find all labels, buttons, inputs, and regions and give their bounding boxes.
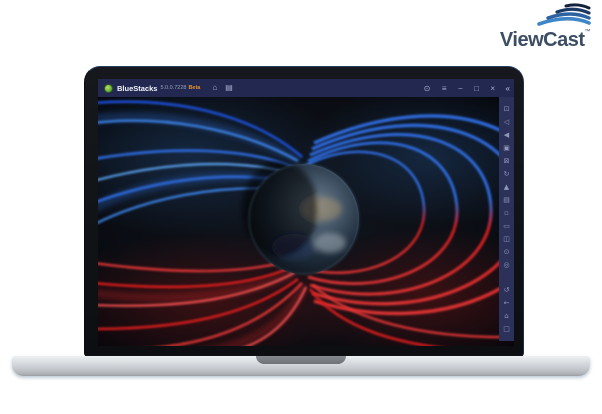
settings-icon[interactable]: ⊙: [500, 246, 513, 259]
app-title: BlueStacks: [117, 83, 158, 93]
maximize-icon[interactable]: □: [474, 84, 479, 93]
sync-icon[interactable]: ↻: [500, 168, 513, 181]
sidebar-tools: ⊡ ◁ ◀ ▣ ⊠ ↻ ▲ ▤ ▫ ▭ ◫ ⊙ ◎: [500, 103, 513, 272]
sidebar-android-nav: ↺ ← ⌂ □: [500, 284, 513, 336]
earth-magnetosphere-wallpaper: [98, 97, 514, 346]
volume-up-icon[interactable]: ◁: [500, 116, 513, 129]
laptop-base: [12, 356, 590, 376]
brand-logo: ViewCast™: [484, 2, 594, 54]
fullscreen-icon[interactable]: ⊡: [500, 103, 513, 116]
window-controls: ⊙ ≡ − □ ×: [420, 79, 498, 98]
menu-icon[interactable]: ≡: [442, 84, 447, 93]
page-background: ViewCast™ BlueStacks 5.0.0.7228 Beta ⌂ ▤…: [0, 0, 602, 414]
collapse-sidebar-icon[interactable]: «: [506, 84, 510, 93]
install-apk-icon[interactable]: ▲: [500, 181, 513, 194]
screenshot-icon[interactable]: ▣: [500, 142, 513, 155]
close-icon[interactable]: ×: [490, 84, 495, 93]
android-home-icon[interactable]: ⌂: [500, 310, 513, 323]
record-icon[interactable]: ◎: [500, 259, 513, 272]
camera-icon[interactable]: ⊠: [500, 155, 513, 168]
brand-trademark: ™: [584, 29, 591, 35]
volume-down-icon[interactable]: ◀: [500, 129, 513, 142]
rotate-icon[interactable]: ↺: [500, 284, 513, 297]
macro-recorder-icon[interactable]: ▤: [500, 194, 513, 207]
home-icon[interactable]: ⌂: [212, 79, 217, 97]
laptop-base-notch: [256, 356, 346, 364]
shake-icon[interactable]: ▫: [500, 207, 513, 220]
beta-badge: Beta: [188, 85, 201, 91]
version-label: 5.0.0.7228: [160, 85, 187, 91]
laptop-screen-bezel: BlueStacks 5.0.0.7228 Beta ⌂ ▤ ⊙ ≡ − □ ×…: [84, 66, 524, 357]
media-manager-icon[interactable]: ▤: [225, 79, 233, 97]
boost-icon[interactable]: ⊙: [424, 84, 431, 93]
folder-icon[interactable]: ▭: [500, 220, 513, 233]
laptop-screen: BlueStacks 5.0.0.7228 Beta ⌂ ▤ ⊙ ≡ − □ ×…: [98, 79, 514, 346]
brand-name: ViewCast™: [499, 29, 591, 51]
minimize-icon[interactable]: −: [458, 84, 463, 93]
multi-instance-icon[interactable]: ◫: [500, 233, 513, 246]
bluestacks-sidebar: ⊡ ◁ ◀ ▣ ⊠ ↻ ▲ ▤ ▫ ▭ ◫ ⊙ ◎ ↺ ← ⌂ □: [499, 97, 514, 341]
recent-apps-icon[interactable]: □: [500, 323, 513, 336]
bluestacks-titlebar: BlueStacks 5.0.0.7228 Beta ⌂ ▤ ⊙ ≡ − □ ×…: [98, 79, 514, 97]
brand-swoosh-icon: [537, 3, 591, 26]
bluestacks-logo-icon: [104, 83, 113, 93]
back-icon[interactable]: ←: [500, 297, 513, 310]
